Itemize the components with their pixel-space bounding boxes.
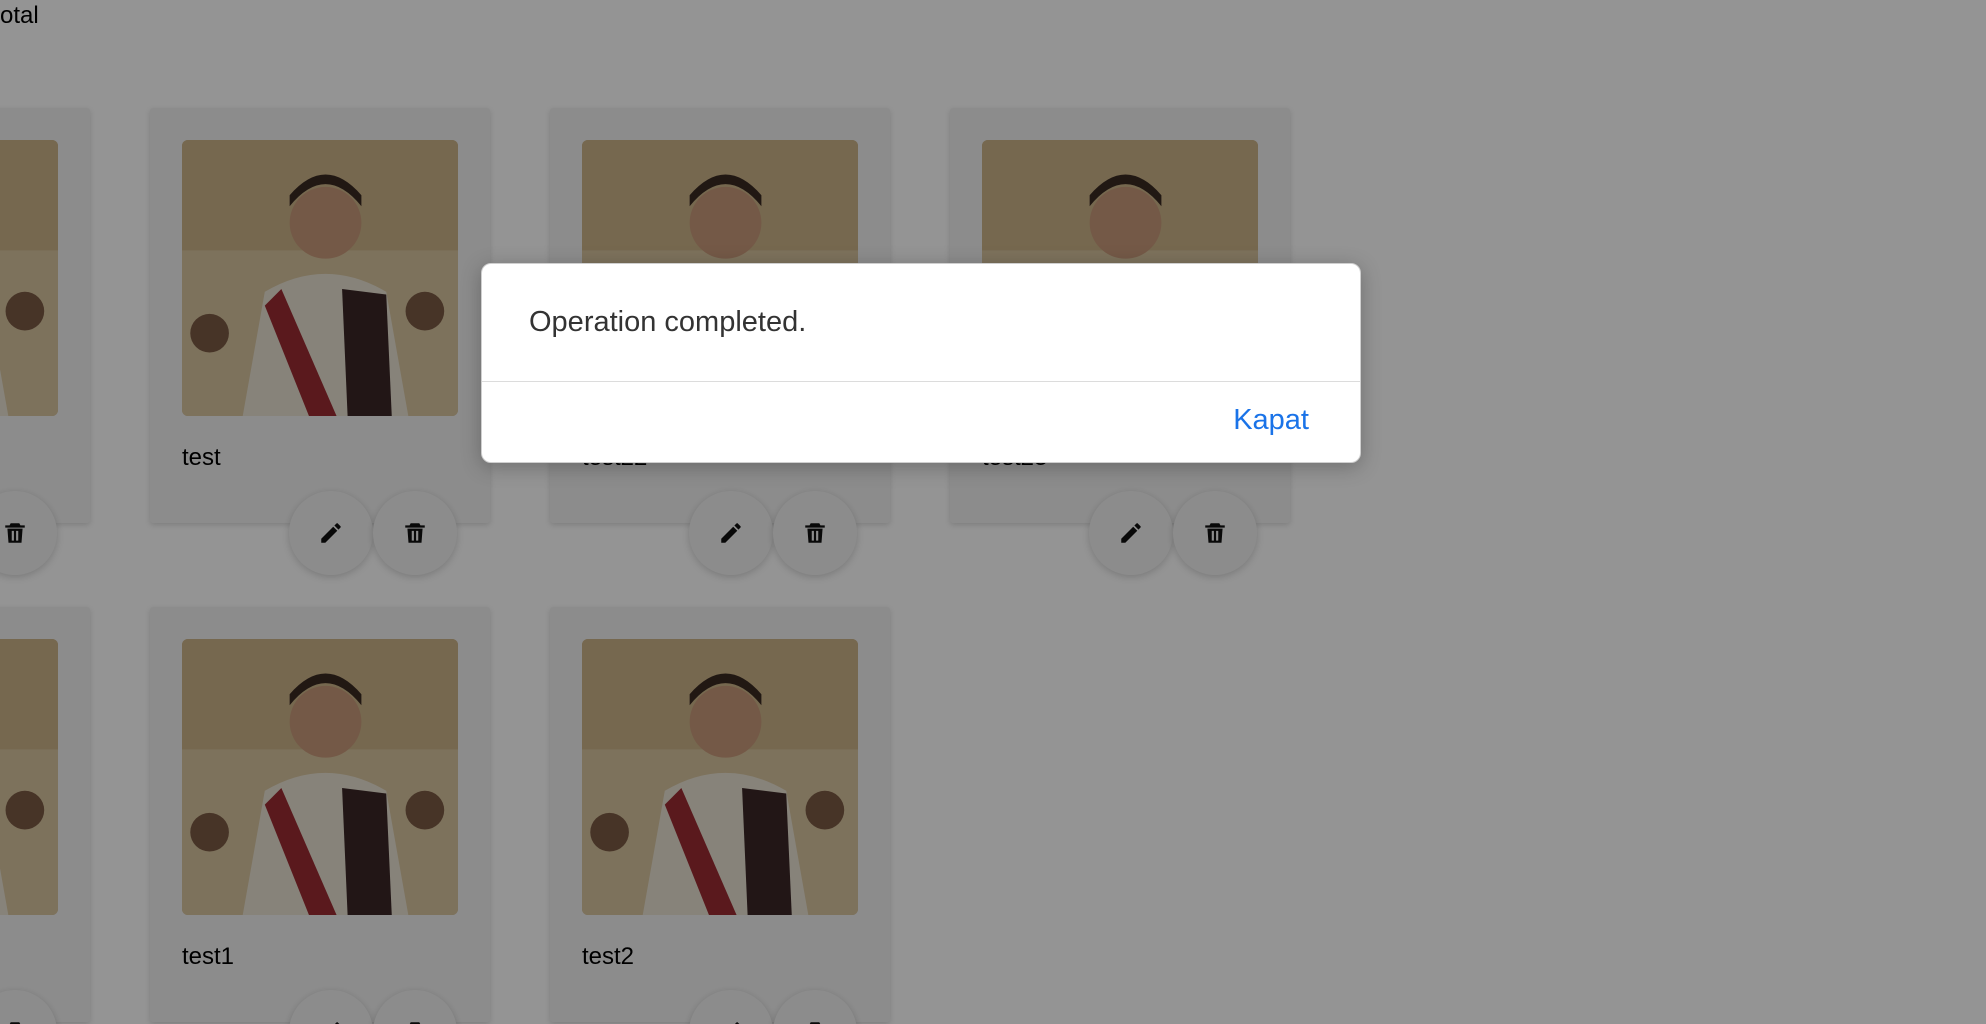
page: otal test test22 test23 [0,0,1986,1024]
dialog-body: Operation completed. [482,264,1360,382]
alert-dialog: Operation completed. Kapat [481,263,1361,463]
close-button[interactable]: Kapat [1233,404,1309,437]
dialog-footer: Kapat [482,382,1360,462]
dialog-message: Operation completed. [529,306,807,338]
modal-backdrop[interactable] [0,0,1986,1024]
